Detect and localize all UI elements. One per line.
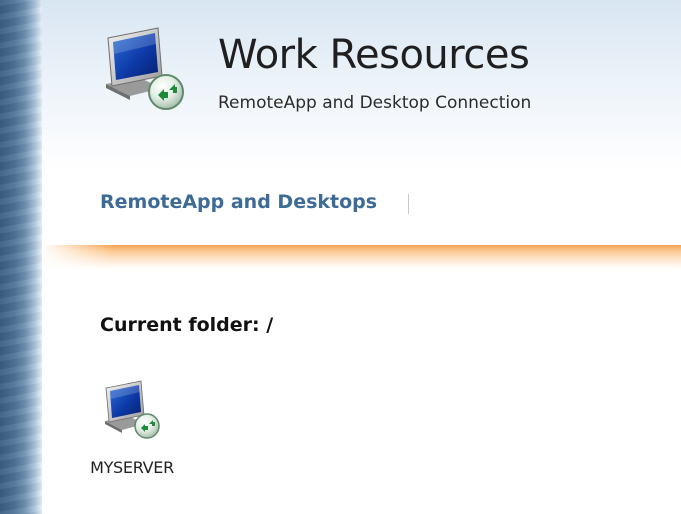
tab-remoteapp-and-desktops[interactable]: RemoteApp and Desktops [100,191,377,213]
window-edge-strip [0,0,42,514]
resource-item-label: MYSERVER [90,458,174,477]
site-subtitle: RemoteApp and Desktop Connection [218,93,532,113]
nav-separator [408,193,410,214]
page-header: Work Resources RemoteApp and Desktop Con… [42,0,681,170]
site-title: Work Resources [218,32,530,78]
nav-bar: RemoteApp and Desktops [100,191,410,214]
remote-desktop-monitor-icon [106,27,184,110]
orange-divider [42,245,681,269]
rdweb-page: Work Resources RemoteApp and Desktop Con… [42,0,681,514]
resource-item-myserver[interactable]: MYSERVER [72,376,192,477]
current-folder-label: Current folder: / [100,314,274,336]
remote-desktop-monitor-icon[interactable] [100,376,164,440]
